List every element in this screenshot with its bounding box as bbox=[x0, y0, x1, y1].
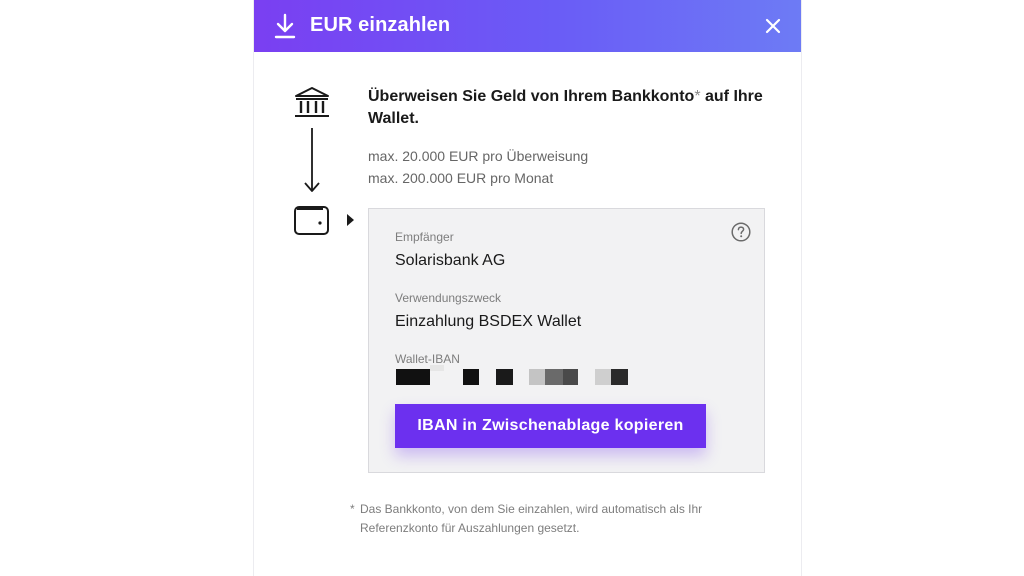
purpose-value: Einzahlung BSDEX Wallet bbox=[395, 313, 582, 330]
close-icon[interactable] bbox=[763, 16, 783, 36]
intro-section: Überweisen Sie Geld von Ihrem Bankkonto*… bbox=[368, 86, 768, 189]
wallet-icon bbox=[294, 206, 329, 235]
limit-per-month: max. 200.000 EUR pro Monat bbox=[368, 170, 554, 186]
recipient-label: Empfänger bbox=[395, 230, 454, 244]
footnote: * Das Bankkonto, von dem Sie einzahlen, … bbox=[350, 500, 780, 538]
arrow-down-icon bbox=[304, 128, 320, 192]
iban-field: Wallet-IBAN bbox=[395, 351, 460, 367]
transfer-flow-diagram bbox=[294, 87, 329, 235]
footnote-text: Das Bankkonto, von dem Sie einzahlen, wi… bbox=[360, 502, 703, 535]
bank-details-card: Empfänger Solarisbank AG Verwendungszwec… bbox=[368, 208, 765, 473]
limit-per-transfer: max. 20.000 EUR pro Überweisung bbox=[368, 148, 589, 164]
download-icon bbox=[274, 13, 296, 39]
footnote-asterisk: * bbox=[350, 502, 355, 516]
pointer-triangle-icon bbox=[347, 214, 354, 226]
iban-value-redacted bbox=[396, 365, 636, 387]
intro-title: Überweisen Sie Geld von Ihrem Bankkonto*… bbox=[368, 86, 768, 130]
purpose-field: Verwendungszweck Einzahlung BSDEX Wallet bbox=[395, 290, 581, 333]
deposit-modal: EUR einzahlen Überweisen Sie Geld von Ih… bbox=[253, 0, 802, 576]
limits: max. 20.000 EUR pro Überweisung max. 200… bbox=[368, 145, 768, 189]
question-circle-icon[interactable] bbox=[731, 222, 751, 242]
modal-header: EUR einzahlen bbox=[254, 0, 801, 52]
bank-icon bbox=[295, 87, 329, 117]
intro-title-main: Überweisen Sie Geld von Ihrem Bankkonto bbox=[368, 88, 695, 105]
recipient-field: Empfänger Solarisbank AG bbox=[395, 229, 505, 272]
purpose-label: Verwendungszweck bbox=[395, 291, 502, 305]
iban-label: Wallet-IBAN bbox=[395, 352, 460, 366]
recipient-value: Solarisbank AG bbox=[395, 252, 506, 269]
modal-title: EUR einzahlen bbox=[310, 14, 451, 36]
copy-iban-button[interactable]: IBAN in Zwischenablage kopieren bbox=[395, 404, 706, 448]
